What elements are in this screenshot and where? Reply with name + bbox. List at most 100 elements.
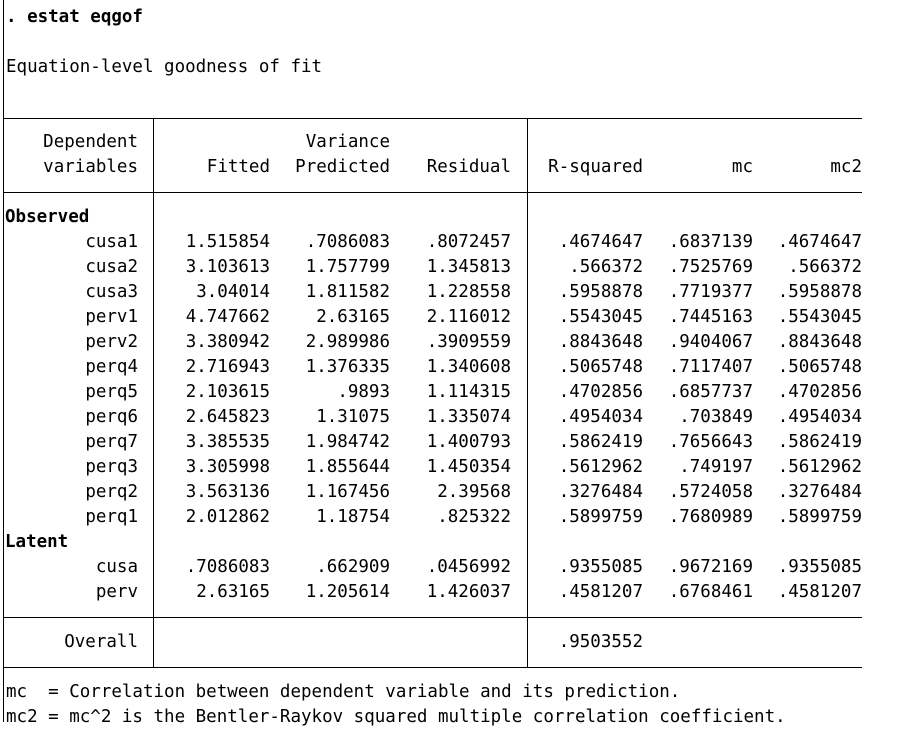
cell-mc: .6837139 [668,232,753,252]
cell-predicted: 1.757799 [305,257,390,277]
cell-mc2: .4581207 [777,582,862,602]
cell-predicted: 1.31075 [316,407,390,427]
table-bottom-rule [4,667,862,668]
table-header-rule [4,192,862,193]
cell-mc: .7525769 [668,257,753,277]
cell-mc2: .4954034 [777,407,862,427]
cell-mc: .5724058 [668,482,753,502]
cell-mc2: .5862419 [777,432,862,452]
cell-predicted: .7086083 [305,232,390,252]
header-residual: Residual [426,157,511,177]
row-variable-name: cusa3 [85,282,138,302]
table-overall-rule [4,617,862,618]
cell-predicted: 2.63165 [316,307,390,327]
cell-predicted: .9893 [337,382,390,402]
cell-predicted: 1.205614 [305,582,390,602]
cell-mc2: .4674647 [777,232,862,252]
cell-mc: .7117407 [668,357,753,377]
cell-rsquared: .4702856 [558,382,643,402]
header-variables: variables [43,157,138,177]
row-variable-name: perq2 [85,482,138,502]
cell-mc: .9404067 [668,332,753,352]
cell-residual: 1.114315 [426,382,511,402]
cell-mc: .703849 [679,407,753,427]
cell-mc: .7719377 [668,282,753,302]
row-variable-name: perq6 [85,407,138,427]
row-variable-name: cusa [95,557,138,577]
note-mc: mc = Correlation between dependent varia… [6,682,681,702]
output-heading: Equation-level goodness of fit [6,57,323,77]
cell-fitted: 2.012862 [185,507,270,527]
cell-mc2: .566372 [788,257,862,277]
cell-mc: .749197 [679,457,753,477]
cell-rsquared: .3276484 [558,482,643,502]
cell-predicted: 2.989986 [305,332,390,352]
cell-mc2: .3276484 [777,482,862,502]
cell-mc: .6857737 [668,382,753,402]
cell-mc: .7656643 [668,432,753,452]
cell-residual: 1.450354 [426,457,511,477]
overall-rsquared: .9503552 [558,632,643,652]
cell-rsquared: .9355085 [558,557,643,577]
row-variable-name: perv1 [85,307,138,327]
cell-mc2: .5065748 [777,357,862,377]
cell-residual: 1.340608 [426,357,511,377]
cell-residual: .0456992 [426,557,511,577]
cell-mc2: .4702856 [777,382,862,402]
cell-fitted: 2.63165 [196,582,270,602]
cell-fitted: 2.716943 [185,357,270,377]
cell-residual: 1.400793 [426,432,511,452]
cell-mc: .9672169 [668,557,753,577]
cell-mc: .6768461 [668,582,753,602]
row-variable-name: cusa1 [85,232,138,252]
cell-fitted: .7086083 [185,557,270,577]
group-label: Observed [5,207,90,227]
cell-fitted: 3.04014 [196,282,270,302]
header-dependent: Dependent [43,132,138,152]
cell-mc2: .9355085 [777,557,862,577]
cell-fitted: 2.645823 [185,407,270,427]
cell-fitted: 3.380942 [185,332,270,352]
header-rsquared: R-squared [548,157,643,177]
cell-rsquared: .566372 [569,257,643,277]
cell-rsquared: .5065748 [558,357,643,377]
cell-mc: .7680989 [668,507,753,527]
cell-residual: 1.335074 [426,407,511,427]
note-mc2: mc2 = mc^2 is the Bentler-Raykov squared… [6,707,786,727]
group-label: Latent [5,532,69,552]
cell-rsquared: .5543045 [558,307,643,327]
cell-predicted: 1.376335 [305,357,390,377]
row-variable-name: perq5 [85,382,138,402]
cell-residual: 1.228558 [426,282,511,302]
table-separator-vertical-1 [153,118,154,667]
header-variance: Variance [305,132,390,152]
row-variable-name: perq7 [85,432,138,452]
cell-fitted: 4.747662 [185,307,270,327]
cell-predicted: 1.811582 [305,282,390,302]
header-mc: mc [731,157,753,177]
cell-mc2: .5899759 [777,507,862,527]
row-variable-name: perv [95,582,138,602]
cell-residual: 2.116012 [426,307,511,327]
cell-residual: .3909559 [426,332,511,352]
cell-residual: 2.39568 [437,482,511,502]
cell-rsquared: .5612962 [558,457,643,477]
cell-rsquared: .8843648 [558,332,643,352]
cell-predicted: 1.167456 [305,482,390,502]
cell-rsquared: .5862419 [558,432,643,452]
cell-rsquared: .4954034 [558,407,643,427]
row-variable-name: cusa2 [85,257,138,277]
cell-mc2: .5543045 [777,307,862,327]
cell-fitted: 3.305998 [185,457,270,477]
header-predicted: Predicted [295,157,390,177]
cell-predicted: 1.984742 [305,432,390,452]
cell-rsquared: .5958878 [558,282,643,302]
row-variable-name: perv2 [85,332,138,352]
command-line: . estat eqgof [6,7,143,27]
table-top-rule [4,118,862,119]
header-fitted: Fitted [206,157,270,177]
row-variable-name: perq4 [85,357,138,377]
overall-label: Overall [64,632,138,652]
cell-mc: .7445163 [668,307,753,327]
cell-mc2: .8843648 [777,332,862,352]
